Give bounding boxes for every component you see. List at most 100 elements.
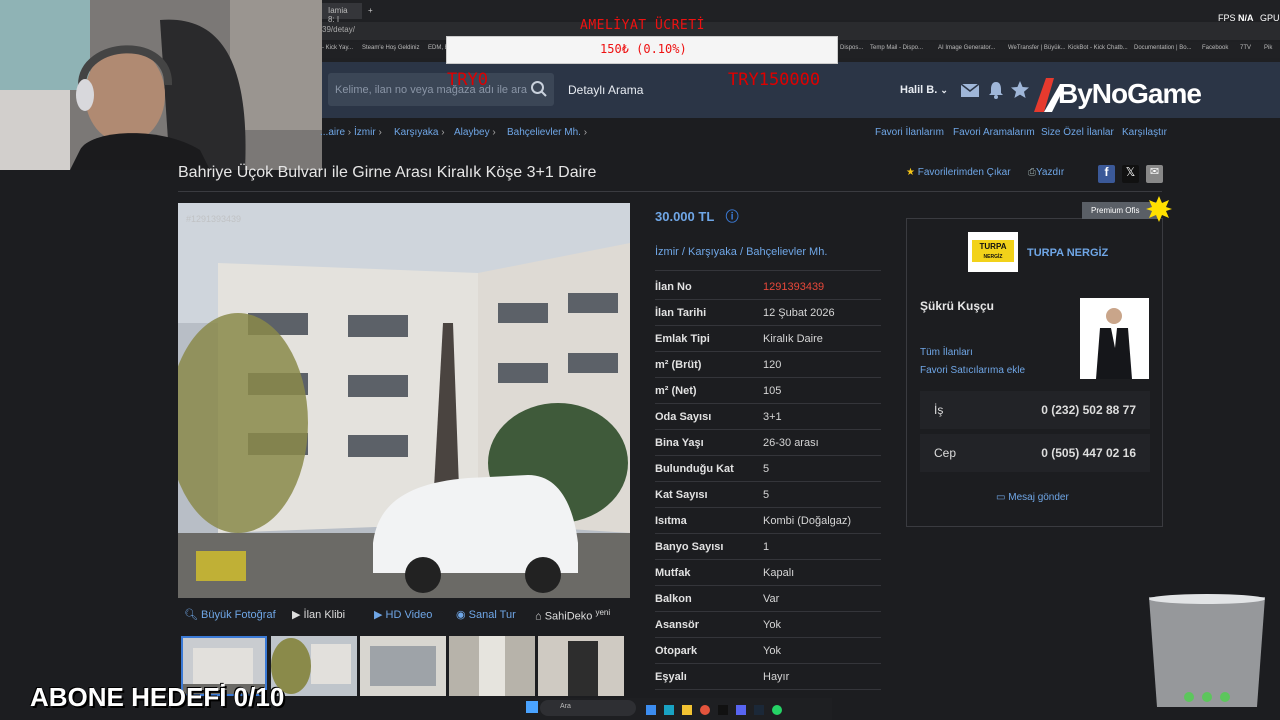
detail-label: İlan Tarihi [655, 307, 707, 319]
work-phone[interactable]: İş 0 (232) 502 88 77 [920, 391, 1150, 429]
listing-photo[interactable] [178, 203, 630, 598]
detail-label: Balkon [655, 593, 692, 605]
user-menu[interactable]: Halil B. ⌄ [900, 84, 948, 96]
photo-thumbnail[interactable] [449, 636, 535, 696]
detail-row: Otopark Yok [655, 638, 881, 664]
bookmark[interactable]: - Kick Yay... [322, 45, 353, 51]
chrome-icon[interactable] [700, 705, 710, 715]
facebook-share-icon[interactable]: f [1098, 165, 1115, 183]
new-tab-button[interactable]: + [362, 3, 379, 19]
detail-value: Kombi (Doğalgaz) [763, 515, 852, 527]
remove-favorite-button[interactable]: ★ Favorilerimden Çıkar [906, 167, 1011, 178]
bookmark[interactable]: Steam'e Hoş Geldiniz [362, 45, 420, 51]
detail-value: 1 [763, 541, 770, 553]
globe-icon: ◉ [456, 609, 466, 621]
windows-start-icon[interactable] [526, 701, 538, 713]
nav-compare[interactable]: Karşılaştır [1122, 127, 1167, 138]
detail-label: Kat Sayısı [655, 489, 708, 501]
agency-name[interactable]: TURPA NERGİZ [1027, 247, 1108, 259]
agency-logo[interactable]: TURPA NERGİZ [968, 232, 1018, 272]
detail-label: Bulunduğu Kat [655, 463, 734, 475]
breadcrumb-item[interactable]: İzmir › [354, 127, 382, 138]
mail-icon[interactable] [960, 80, 980, 100]
detail-row: İlan Tarihi 12 Şubat 2026 [655, 300, 881, 326]
detail-value: Kapalı [763, 567, 795, 579]
folder-icon[interactable] [682, 705, 692, 715]
favorite-seller-link[interactable]: Favori Satıcılarıma ekle [920, 365, 1025, 376]
print-button[interactable]: ⎙Yazdır [1028, 167, 1064, 178]
bookmark[interactable]: 7TV [1240, 45, 1251, 51]
chat-icon: ▭ [996, 492, 1006, 503]
search-icon[interactable] [530, 80, 548, 98]
tab-virtual-tour[interactable]: ◉ Sanal Tur [456, 608, 516, 621]
photo-thumbnail[interactable] [360, 636, 446, 696]
mobile-phone[interactable]: Cep 0 (505) 447 02 16 [920, 434, 1150, 472]
detail-row: m² (Brüt) 120 [655, 352, 881, 378]
tab-label: SahiDeko [544, 610, 593, 623]
listing-location[interactable]: İzmir / Karşıyaka / Bahçelievler Mh. [655, 246, 827, 258]
bookmark[interactable]: Documentation | Bo... [1134, 45, 1192, 51]
donation-alert-value: 150₺ (0.10%) [600, 42, 687, 56]
detail-value: 1291393439 [763, 281, 825, 293]
detail-value: 3+1 [763, 411, 782, 423]
send-message-button[interactable]: ▭ Mesaj gönder [996, 492, 1069, 503]
nav-favorite-searches[interactable]: Favori Aramalarım [953, 127, 1035, 138]
discord-icon[interactable] [736, 705, 746, 715]
email-share-icon[interactable]: ✉ [1146, 165, 1163, 183]
edge-icon[interactable] [664, 705, 674, 715]
subscriber-goal-overlay: ABONE HEDEFİ 0/10 [30, 682, 285, 712]
photo-thumbnail[interactable] [538, 636, 624, 696]
app-icon[interactable] [646, 705, 656, 715]
detailed-search-link[interactable]: Detaylı Arama [568, 83, 643, 97]
detail-row: Oda Sayısı 3+1 [655, 404, 881, 430]
breadcrumb-label: Bahçelievler Mh. [507, 127, 581, 138]
tab-large-photo[interactable]: 🔍︎ Büyük Fotoğraf [184, 608, 276, 621]
x-app-icon[interactable] [718, 705, 728, 715]
tab-sahideko[interactable]: ⌂ SahiDeko yeni [535, 608, 610, 623]
star-icon[interactable] [1010, 80, 1030, 100]
detail-label: m² (Brüt) [655, 359, 702, 371]
detail-value: 26-30 arası [763, 437, 819, 449]
all-listings-link[interactable]: Tüm İlanları [920, 347, 973, 358]
taskbar-apps [646, 702, 806, 715]
nav-favorite-listings[interactable]: Favori İlanlarım [875, 127, 944, 138]
detail-row: Eşyalı Hayır [655, 664, 881, 690]
x-share-icon[interactable]: 𝕏 [1122, 165, 1139, 183]
detail-row: Balkon Var [655, 586, 881, 612]
tab-label: Sanal Tur [468, 609, 516, 621]
bookmark[interactable]: Pik [1264, 45, 1272, 51]
print-label: Yazdır [1036, 167, 1065, 178]
breadcrumb-item[interactable]: Bahçelievler Mh. › [507, 127, 587, 138]
breadcrumb-item[interactable]: Alaybey › [454, 127, 496, 138]
tab-hd-video[interactable]: ▶ HD Video [374, 608, 432, 621]
phone-label: Cep [934, 446, 957, 460]
detail-value: 5 [763, 463, 770, 475]
taskbar-search[interactable]: Ara [540, 700, 636, 716]
bookmark[interactable]: Dispos... [840, 45, 863, 51]
tab-active[interactable]: Iamia 8: I [322, 3, 362, 24]
bookmark[interactable]: KickBot - Kick Chatb... [1068, 45, 1128, 51]
nav-special-listings[interactable]: Size Özel İlanlar [1041, 127, 1114, 138]
info-icon[interactable]: ⓘ [726, 209, 739, 224]
bookmark[interactable]: Facebook [1202, 45, 1228, 51]
detail-row: Bulunduğu Kat 5 [655, 456, 881, 482]
detail-row: m² (Net) 105 [655, 378, 881, 404]
remove-favorite-label: Favorilerimden Çıkar [917, 167, 1011, 178]
bookmark[interactable]: Temp Mail - Dispo... [870, 45, 923, 51]
detail-value: Kiralık Daire [763, 333, 823, 345]
bookmark[interactable]: WeTransfer | Büyük... [1008, 45, 1066, 51]
detail-value: 105 [763, 385, 782, 397]
breadcrumb-item[interactable]: ...aire › [320, 127, 351, 138]
bookmark[interactable]: AI Image Generator... [938, 45, 995, 51]
send-message-label: Mesaj gönder [1008, 492, 1069, 503]
tab-listing-clip[interactable]: ▶ İlan Klibi [292, 608, 345, 621]
fps-label: FPS [1218, 13, 1236, 23]
tip-jar-icon [1149, 594, 1265, 707]
detail-value: Yok [763, 619, 781, 631]
agent-photo [1080, 298, 1149, 379]
detail-value: 5 [763, 489, 770, 501]
breadcrumb-item[interactable]: Karşıyaka › [394, 127, 445, 138]
bell-icon[interactable] [986, 80, 1006, 100]
whatsapp-icon[interactable] [772, 705, 782, 715]
steam-icon[interactable] [754, 705, 764, 715]
